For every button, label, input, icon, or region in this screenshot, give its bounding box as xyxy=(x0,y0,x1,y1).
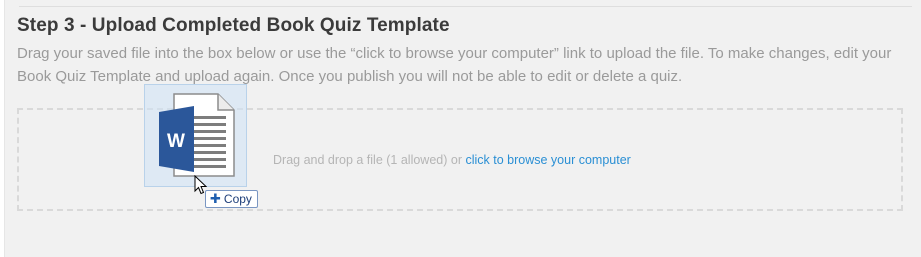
dropzone-prompt-text: Drag and drop a file (1 allowed) or xyxy=(273,153,466,167)
word-document-icon: W xyxy=(159,93,235,177)
plus-icon: ✚ xyxy=(210,191,221,206)
browse-computer-link[interactable]: click to browse your computer xyxy=(465,153,630,167)
word-letter: W xyxy=(167,131,185,152)
dropzone-prompt: Drag and drop a file (1 allowed) or clic… xyxy=(273,153,631,167)
upload-instructions: Drag your saved file into the box below … xyxy=(17,45,892,85)
copy-drop-badge: ✚ Copy xyxy=(205,190,258,208)
step-title: Step 3 - Upload Completed Book Quiz Temp… xyxy=(17,15,450,36)
copy-label: Copy xyxy=(223,192,252,206)
divider xyxy=(19,6,912,7)
